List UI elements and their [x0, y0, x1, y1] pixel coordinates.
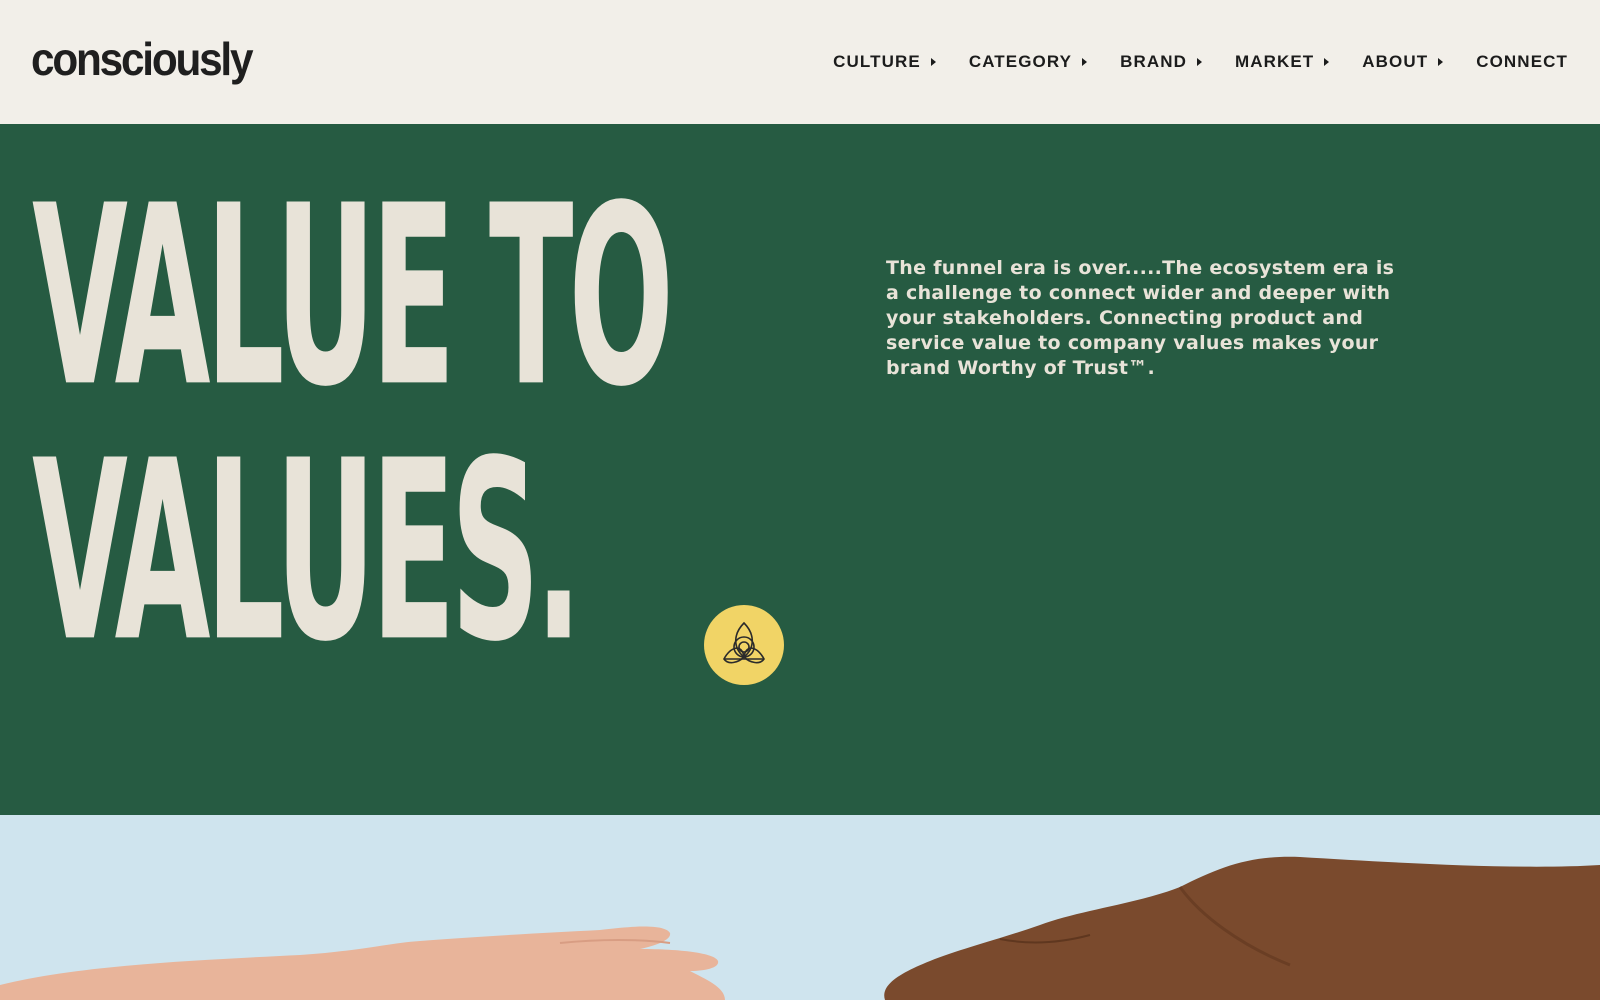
brand-logo[interactable]: consciously [31, 36, 254, 82]
nav-label: CONNECT [1476, 52, 1568, 71]
nav-item-brand[interactable]: BRAND [1120, 52, 1202, 72]
nav-item-category[interactable]: CATEGORY [968, 52, 1088, 72]
triquetra-circle-icon [704, 605, 784, 685]
nav-item-market[interactable]: MARKET [1234, 52, 1330, 72]
nav-item-connect[interactable]: CONNECT [1476, 52, 1568, 72]
hero-description: The funnel era is over.....The ecosystem… [886, 257, 1395, 379]
headline-line-2: VALUES. [32, 407, 582, 697]
reaching-hands-image [0, 815, 1600, 1000]
headline-line-1: VALUE TO [32, 152, 674, 442]
nav-label: MARKET [1234, 52, 1315, 71]
caret-right-icon [1196, 58, 1202, 66]
nav-label: CATEGORY [968, 52, 1073, 71]
caret-right-icon [1324, 58, 1330, 66]
caret-right-icon [930, 58, 936, 66]
nav-label: CULTURE [833, 52, 921, 71]
nav-item-about[interactable]: ABOUT [1362, 52, 1444, 72]
nav-label: BRAND [1120, 52, 1187, 71]
caret-right-icon [1082, 58, 1088, 66]
hero-headline: VALUE TO VALUES. [32, 164, 852, 684]
main-nav: CULTURE CATEGORY BRAND MARKET ABOUT CONN… [800, 50, 1568, 74]
hero-section: VALUE TO VALUES. The funnel era is over.… [0, 124, 1600, 815]
nav-item-culture[interactable]: CULTURE [833, 52, 936, 72]
caret-right-icon [1438, 58, 1444, 66]
site-header: consciously CULTURE CATEGORY BRAND MARKE… [0, 0, 1600, 124]
nav-label: ABOUT [1362, 52, 1429, 71]
